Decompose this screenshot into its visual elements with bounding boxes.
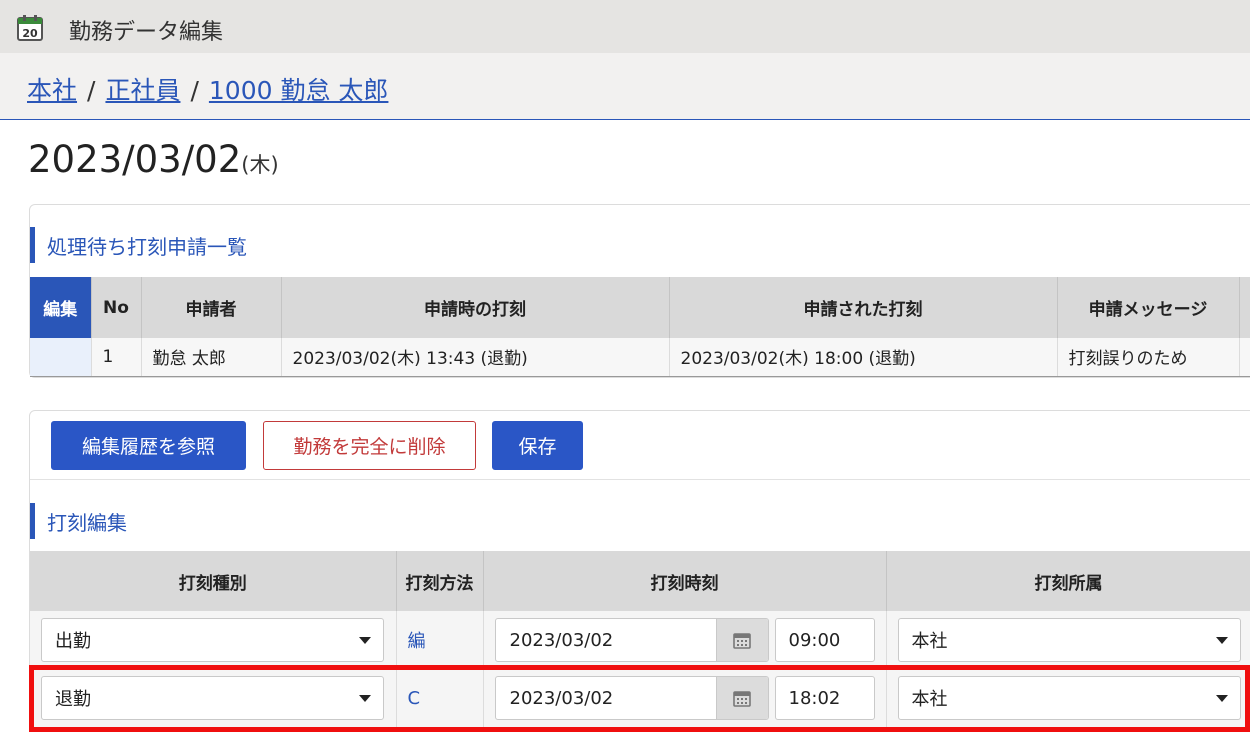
page-date: 2023/03/02	[28, 138, 242, 181]
punch-date-value: 2023/03/02	[509, 629, 614, 651]
punch-affiliation-select[interactable]: 本社	[897, 676, 1241, 720]
punch-time-input[interactable]: 18:02	[774, 676, 875, 720]
breadcrumb-separator: /	[190, 76, 199, 105]
table-row: 1 勤怠 太郎 2023/03/02(木) 13:43 (退勤) 2023/03…	[30, 338, 1250, 377]
punch-date-field[interactable]: 2023/03/02	[494, 676, 769, 720]
row-edit-cell[interactable]	[30, 338, 92, 377]
col-original-punch: 申請時の打刻	[281, 277, 670, 338]
col-applicant: 申請者	[141, 277, 282, 338]
punch-affiliation-value: 本社	[911, 631, 948, 652]
pending-requests-panel: 処理待ち打刻申請一覧 編集 No 申請者 申請時の打刻 申請された打刻 申請メッ…	[29, 204, 1250, 378]
date-picker-button[interactable]	[715, 677, 768, 719]
col-message: 申請メッセージ	[1057, 277, 1240, 338]
row-no: 1	[91, 338, 142, 377]
punch-time-cell: 2023/03/02 18:02	[483, 669, 887, 727]
col-requested-punch: 申請された打刻	[669, 277, 1058, 338]
col-punch-type: 打刻種別	[30, 551, 397, 611]
row-applicant: 勤怠 太郎	[141, 338, 282, 377]
chevron-down-icon	[359, 695, 371, 702]
row-message: 打刻誤りのため	[1057, 338, 1240, 377]
breadcrumb: 本社 / 正社員 / 1000 勤怠 太郎	[27, 71, 388, 107]
punch-affiliation-value: 本社	[911, 689, 948, 710]
punch-type-select[interactable]: 退勤	[41, 676, 384, 720]
punch-time-input[interactable]: 09:00	[774, 618, 875, 662]
punch-method-link[interactable]: C	[396, 669, 484, 727]
col-punch-time: 打刻時刻	[483, 551, 887, 611]
chevron-down-icon	[1215, 695, 1228, 702]
title-bar: 20 勤務データ編集	[0, 0, 1250, 53]
table-row: 出勤 編 2023/03/02 09:00 本社	[30, 611, 1250, 669]
punch-type-cell: 退勤	[30, 669, 397, 727]
calendar-icon	[733, 691, 751, 707]
breadcrumb-employment-type[interactable]: 正社員	[105, 76, 180, 105]
col-edit: 編集	[30, 277, 92, 338]
chevron-down-icon	[359, 637, 371, 644]
punch-type-cell: 出勤	[30, 611, 397, 669]
punch-type-value: 出勤	[55, 631, 91, 652]
col-punch-method: 打刻方法	[396, 551, 484, 611]
breadcrumb-bar: 本社 / 正社員 / 1000 勤怠 太郎	[0, 53, 1250, 120]
punch-type-select[interactable]: 出勤	[41, 618, 384, 662]
col-no: No	[91, 277, 142, 338]
punch-affiliation-cell: 本社	[886, 611, 1250, 669]
punch-date-field[interactable]: 2023/03/02	[494, 618, 769, 662]
breadcrumb-separator: /	[87, 76, 96, 105]
col-extra	[1239, 277, 1250, 338]
punch-time-cell: 2023/03/02 09:00	[483, 611, 887, 669]
punch-method-link[interactable]: 編	[396, 611, 484, 669]
breadcrumb-company[interactable]: 本社	[27, 76, 77, 105]
row-requested-punch: 2023/03/02(木) 18:00 (退勤)	[669, 338, 1058, 377]
section-title-punch-edit: 打刻編集	[30, 503, 127, 539]
row-original-punch: 2023/03/02(木) 13:43 (退勤)	[281, 338, 670, 377]
punch-affiliation-cell: 本社	[886, 669, 1250, 727]
window-title: 勤務データ編集	[69, 20, 224, 45]
row-extra	[1239, 338, 1250, 377]
section-title-pending: 処理待ち打刻申請一覧	[30, 227, 247, 263]
punch-edit-panel: 編集履歴を参照 勤務を完全に削除 保存 打刻編集 打刻種別 打刻方法 打刻時刻 …	[29, 410, 1250, 732]
punch-type-value: 退勤	[55, 689, 91, 710]
table-row: 退勤 C 2023/03/02 18:02 本社	[30, 669, 1250, 727]
divider	[30, 479, 1250, 480]
chevron-down-icon	[1215, 637, 1228, 644]
punch-date-value: 2023/03/02	[509, 687, 614, 709]
punch-affiliation-select[interactable]: 本社	[897, 618, 1241, 662]
page-weekday: (木)	[241, 153, 279, 177]
punch-edit-table: 打刻種別 打刻方法 打刻時刻 打刻所属 出勤 編 2023/03/02 09:0…	[30, 551, 1250, 727]
page-title: 2023/03/02(木)	[28, 138, 279, 181]
calendar-icon: 20	[17, 15, 43, 41]
calendar-icon	[733, 633, 751, 649]
col-punch-affiliation: 打刻所属	[886, 551, 1250, 611]
calendar-icon-number: 20	[22, 27, 38, 40]
pending-requests-table: 編集 No 申請者 申請時の打刻 申請された打刻 申請メッセージ 1 勤怠 太郎…	[30, 277, 1250, 377]
date-picker-button[interactable]	[715, 619, 768, 661]
delete-work-button[interactable]: 勤務を完全に削除	[263, 421, 476, 470]
save-button[interactable]: 保存	[492, 421, 583, 470]
breadcrumb-employee[interactable]: 1000 勤怠 太郎	[209, 76, 389, 105]
view-history-button[interactable]: 編集履歴を参照	[51, 421, 246, 470]
